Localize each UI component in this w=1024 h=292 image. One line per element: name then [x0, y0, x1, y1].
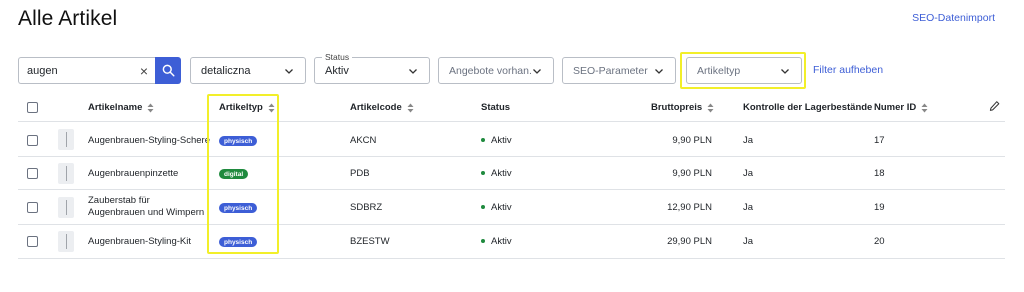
status-select-value: Aktiv: [325, 64, 349, 77]
product-id: 20: [874, 236, 885, 247]
row-checkbox[interactable]: [27, 236, 38, 247]
search-value: augen: [27, 64, 58, 77]
sort-icon: [921, 103, 928, 112]
filter-reset-link[interactable]: Filter aufheben: [813, 64, 883, 76]
product-price: 12,90 PLN: [667, 202, 712, 213]
column-header-id-label: Numer ID: [874, 102, 917, 113]
close-icon[interactable]: ×: [140, 64, 148, 78]
product-thumbnail: [58, 197, 74, 218]
product-name[interactable]: Augenbrauen-Styling-Kit: [88, 236, 191, 247]
product-code: BZESTW: [350, 236, 390, 247]
product-name[interactable]: Augenbrauen-Styling-Schere: [88, 135, 210, 146]
sort-icon: [268, 103, 275, 112]
product-thumbnail: [58, 129, 74, 150]
sort-icon: [407, 103, 414, 112]
page-title: Alle Artikel: [18, 7, 118, 30]
chevron-down-icon: [409, 68, 417, 74]
select-all-checkbox[interactable]: [27, 102, 38, 113]
sort-icon: [147, 103, 154, 112]
status-text: Aktiv: [491, 135, 512, 146]
chevron-down-icon: [781, 68, 789, 74]
product-code: PDB: [350, 168, 370, 179]
status-select-label: Status: [322, 52, 353, 62]
type-badge: physisch: [219, 203, 258, 213]
product-price: 9,90 PLN: [672, 168, 712, 179]
status-dot: [481, 205, 485, 210]
seo-parameter-select[interactable]: SEO-Parameter: [562, 57, 676, 84]
search-icon: [162, 64, 175, 77]
product-price: 29,90 PLN: [667, 236, 712, 247]
stock-control: Ja: [743, 236, 754, 247]
status-cell: Aktiv: [481, 236, 512, 247]
product-name[interactable]: Augenbrauenpinzette: [88, 168, 178, 179]
category-select[interactable]: detaliczna: [190, 57, 306, 84]
pencil-icon[interactable]: [989, 100, 1000, 112]
status-text: Aktiv: [491, 168, 512, 179]
chevron-down-icon: [533, 68, 541, 74]
status-dot: [481, 171, 485, 176]
status-cell: Aktiv: [481, 168, 512, 179]
artikeltyp-placeholder: Artikeltyp: [697, 64, 741, 77]
column-header-type[interactable]: Artikeltyp: [219, 102, 275, 113]
column-header-stock-label: Kontrolle der Lagerbestände: [743, 102, 873, 113]
product-id: 19: [874, 202, 885, 213]
seo-import-link[interactable]: SEO-Datenimport: [912, 12, 995, 24]
product-thumbnail: [58, 163, 74, 184]
status-select[interactable]: Status Aktiv: [314, 52, 430, 84]
table-row[interactable]: Augenbrauen-Styling-Schere physisch AKCN…: [18, 123, 1005, 157]
column-header-code-label: Artikelcode: [350, 102, 402, 113]
table-row[interactable]: Zauberstab für Augenbrauen und Wimpern p…: [18, 190, 1005, 225]
chevron-down-icon: [285, 68, 293, 74]
type-badge: digital: [219, 169, 249, 179]
row-checkbox[interactable]: [27, 135, 38, 146]
product-id: 18: [874, 168, 885, 179]
status-cell: Aktiv: [481, 135, 512, 146]
column-header-status: Status: [481, 102, 510, 113]
status-cell: Aktiv: [481, 202, 512, 213]
product-thumbnail: [58, 231, 74, 252]
product-code: SDBRZ: [350, 202, 383, 213]
column-header-id[interactable]: Numer ID: [874, 102, 928, 113]
chevron-down-icon: [655, 68, 663, 74]
product-code: AKCN: [350, 135, 377, 146]
table-header: Artikelname Artikeltyp Artikelcode Statu…: [18, 96, 1005, 122]
offers-select[interactable]: Angebote vorhan...: [438, 57, 554, 84]
product-name[interactable]: Zauberstab für Augenbrauen und Wimpern: [88, 195, 206, 219]
stock-control: Ja: [743, 202, 754, 213]
stock-control: Ja: [743, 135, 754, 146]
seo-parameter-placeholder: SEO-Parameter: [573, 64, 648, 77]
column-header-status-label: Status: [481, 102, 511, 113]
column-header-name-label: Artikelname: [88, 102, 143, 113]
status-dot: [481, 239, 485, 244]
stock-control: Ja: [743, 168, 754, 179]
status-text: Aktiv: [491, 236, 512, 247]
offers-select-placeholder: Angebote vorhan...: [449, 64, 531, 77]
product-id: 17: [874, 135, 885, 146]
row-checkbox[interactable]: [27, 168, 38, 179]
table-row[interactable]: Augenbrauenpinzette digital PDB Aktiv 9,…: [18, 157, 1005, 190]
column-header-name[interactable]: Artikelname: [88, 102, 154, 113]
status-dot: [481, 138, 485, 143]
type-badge: physisch: [219, 237, 258, 247]
table-row[interactable]: Augenbrauen-Styling-Kit physisch BZESTW …: [18, 225, 1005, 259]
sort-icon: [707, 103, 714, 112]
search-button[interactable]: [155, 57, 181, 84]
search-input[interactable]: augen ×: [18, 57, 156, 84]
category-select-value: detaliczna: [201, 64, 251, 77]
column-header-price-label: Bruttopreis: [651, 102, 703, 113]
column-header-price[interactable]: Bruttopreis: [651, 102, 714, 113]
column-header-type-label: Artikeltyp: [219, 102, 263, 113]
row-checkbox[interactable]: [27, 202, 38, 213]
column-header-stock: Kontrolle der Lagerbestände: [743, 102, 872, 113]
type-badge: physisch: [219, 136, 258, 146]
product-price: 9,90 PLN: [672, 135, 712, 146]
artikeltyp-select[interactable]: Artikeltyp: [686, 57, 802, 84]
column-header-code[interactable]: Artikelcode: [350, 102, 414, 113]
status-text: Aktiv: [491, 202, 512, 213]
